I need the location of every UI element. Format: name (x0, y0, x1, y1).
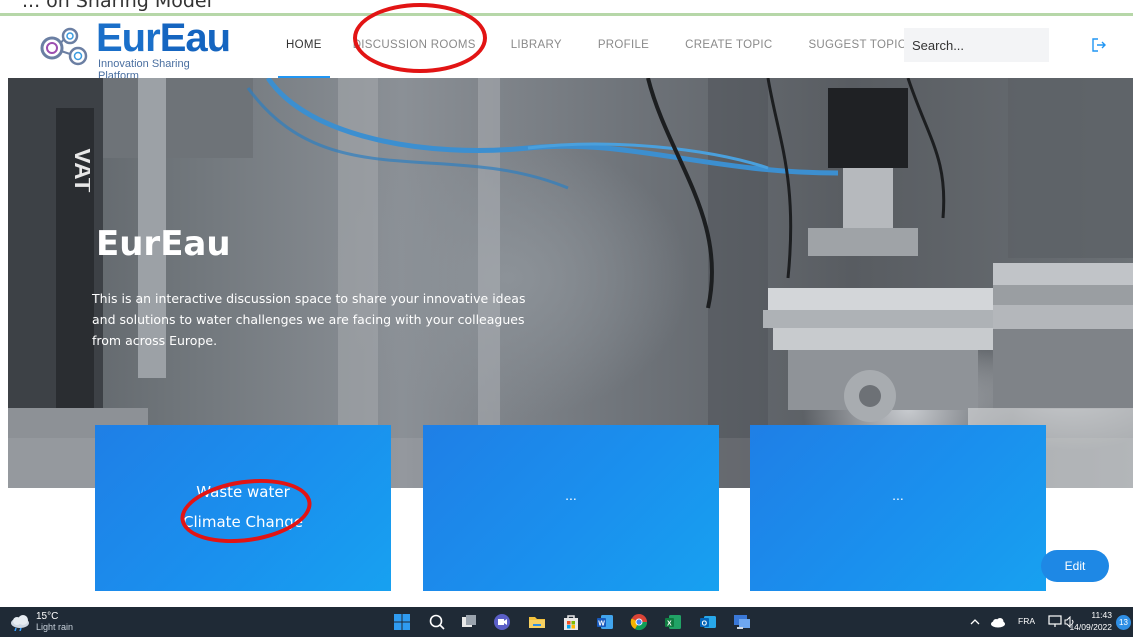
taskbar: 15°C Light rain W X O FRA 11:43 14/09/20… (0, 607, 1133, 637)
weather-description: Light rain (36, 622, 74, 632)
clock-time[interactable]: 11:43 (1086, 610, 1112, 620)
nav-home[interactable]: HOME (278, 16, 330, 78)
svg-text:W: W (598, 621, 605, 628)
hero-title: EurEau (96, 224, 231, 264)
topic-card-3-label: ... (892, 487, 904, 503)
excel-icon[interactable]: X (664, 613, 682, 631)
notification-badge[interactable]: 13 (1116, 615, 1131, 630)
nav-profile[interactable]: PROFILE (590, 16, 657, 78)
brand-name: EurEau (96, 16, 231, 61)
chrome-icon[interactable] (630, 613, 648, 631)
window-caption: ... on Sharing Model (0, 0, 1133, 14)
language-indicator[interactable]: FRA (1018, 616, 1035, 626)
topic-card-3[interactable]: ... (750, 425, 1046, 591)
window-caption-text: ... on Sharing Model (22, 0, 212, 12)
svg-text:O: O (702, 621, 708, 628)
chat-icon[interactable] (493, 613, 511, 631)
weather-cloud-icon (11, 615, 29, 631)
topic-card-2-label: ... (565, 487, 577, 503)
logout-icon[interactable] (1090, 36, 1108, 54)
brand-logo[interactable]: EurEau Innovation Sharing Platform (38, 16, 233, 82)
file-explorer-icon[interactable] (528, 613, 546, 631)
nav-create-topic[interactable]: CREATE TOPIC (677, 16, 780, 78)
brand-name-eur: Eur (96, 16, 161, 60)
weather-widget[interactable]: 15°C Light rain (6, 610, 96, 634)
brand-name-eau: Eau (159, 16, 231, 60)
site-header: EurEau Innovation Sharing Platform HOME … (8, 16, 1133, 82)
start-icon[interactable] (393, 613, 411, 631)
nav-suggest-topic[interactable]: SUGGEST TOPIC (800, 16, 914, 78)
onedrive-cloud-icon[interactable] (990, 616, 1006, 628)
edit-button[interactable]: Edit (1041, 550, 1109, 582)
outlook-icon[interactable]: O (699, 613, 717, 631)
store-icon[interactable] (562, 613, 580, 631)
svg-text:VAT: VAT (69, 148, 90, 193)
logo-circles-icon (40, 27, 88, 66)
task-view-icon[interactable] (460, 613, 478, 631)
svg-text:X: X (667, 621, 672, 628)
machine-vat-label: VAT (69, 148, 90, 193)
remote-desktop-icon[interactable] (733, 613, 751, 631)
search-input[interactable] (904, 28, 1049, 62)
topic-card-2[interactable]: ... (423, 425, 719, 591)
show-hidden-icons-icon[interactable] (970, 617, 980, 627)
network-icon[interactable] (1048, 615, 1062, 628)
word-icon[interactable]: W (596, 613, 614, 631)
annotation-circle-discussion-rooms (353, 3, 487, 73)
hero-description: This is an interactive discussion space … (92, 291, 526, 348)
clock-date[interactable]: 14/09/2022 (1062, 622, 1112, 632)
search-icon[interactable] (428, 613, 446, 631)
weather-temp: 15°C (36, 611, 59, 622)
nav-library[interactable]: LIBRARY (503, 16, 570, 78)
